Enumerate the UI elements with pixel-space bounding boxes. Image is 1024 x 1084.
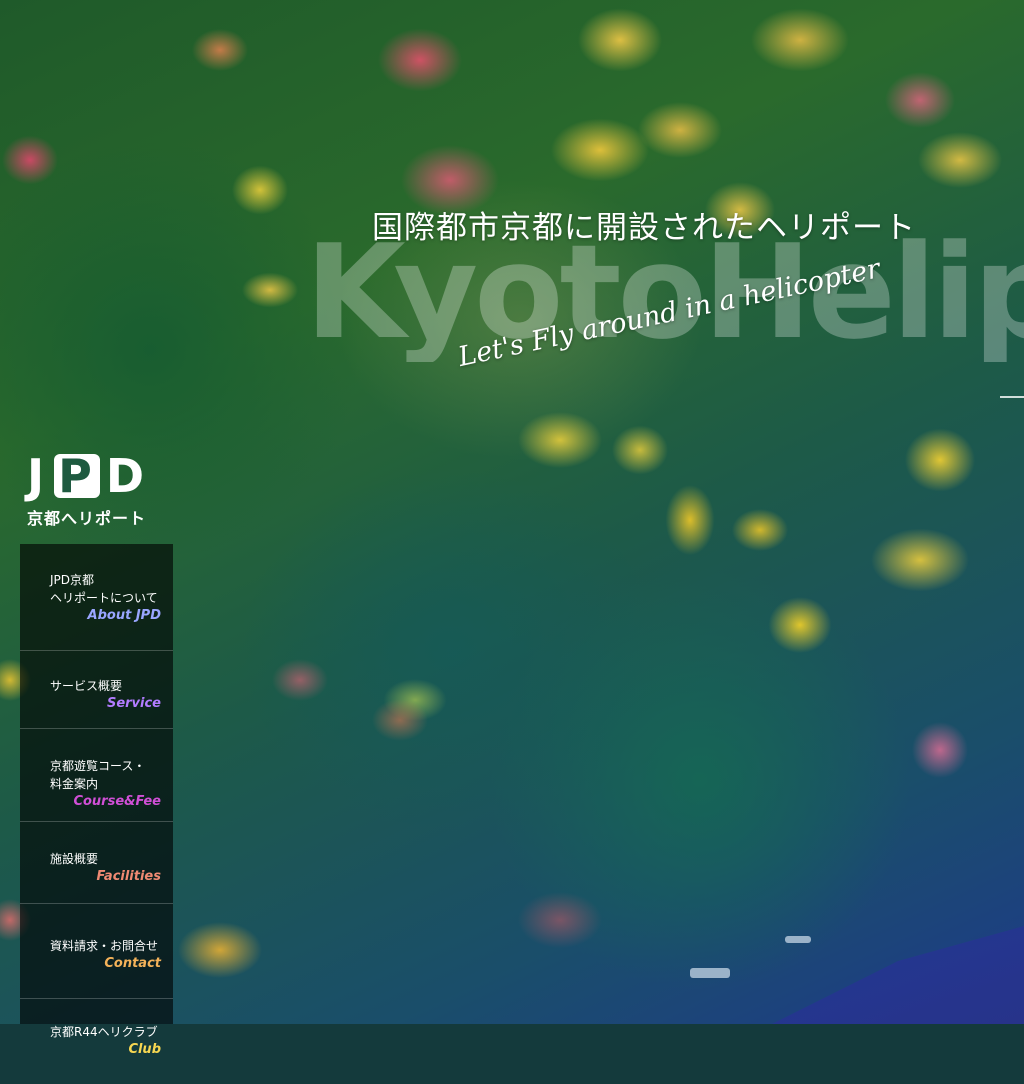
helicopter-line (1000, 396, 1024, 398)
menu-item-label: 京都遊覧コース・ 料金案内 (50, 759, 146, 791)
lake (772, 926, 1024, 1024)
boat (690, 968, 730, 978)
menu-item-service[interactable]: サービス概要 Service (20, 651, 173, 729)
boat (785, 936, 811, 943)
menu-item-label: 施設概要 (50, 852, 99, 866)
side-menu: JPD京都 ヘリポートについて About JPD サービス概要 Service… (20, 544, 173, 1057)
menu-item-contact[interactable]: 資料請求・お問合せ Contact (20, 904, 173, 999)
menu-item-club[interactable]: 京都R44ヘリクラブ Club (20, 999, 173, 1084)
logo-subtitle: 京都へリポート (27, 509, 147, 528)
menu-item-label: JPD京都 ヘリポートについて (50, 573, 158, 605)
menu-item-facilities[interactable]: 施設概要 Facilities (20, 822, 173, 904)
menu-item-sublabel: Course&Fee (73, 794, 161, 809)
menu-item-sublabel: Service (106, 696, 161, 711)
logo-letter-d: D (105, 449, 149, 503)
menu-item-about[interactable]: JPD京都 ヘリポートについて About JPD (20, 544, 173, 651)
menu-item-sublabel: Contact (104, 956, 161, 971)
hero-headline: 国際都市京都に開設されたヘリポート (372, 210, 916, 246)
menu-item-label: 資料請求・お問合せ (50, 939, 159, 953)
menu-item-sublabel: Facilities (96, 869, 161, 884)
logo-letter-p: P (54, 453, 100, 499)
menu-item-sublabel: Club (128, 1042, 161, 1057)
logo-mark: J P D (27, 453, 167, 499)
logo-letter-j: J (27, 449, 49, 503)
menu-item-label: サービス概要 (50, 679, 123, 693)
menu-item-course-fee[interactable]: 京都遊覧コース・ 料金案内 Course&Fee (20, 729, 173, 822)
menu-item-label: 京都R44ヘリクラブ (50, 1025, 158, 1039)
menu-item-sublabel: About JPD (87, 608, 161, 623)
jpd-logo[interactable]: J P D 京都へリポート (27, 453, 167, 529)
